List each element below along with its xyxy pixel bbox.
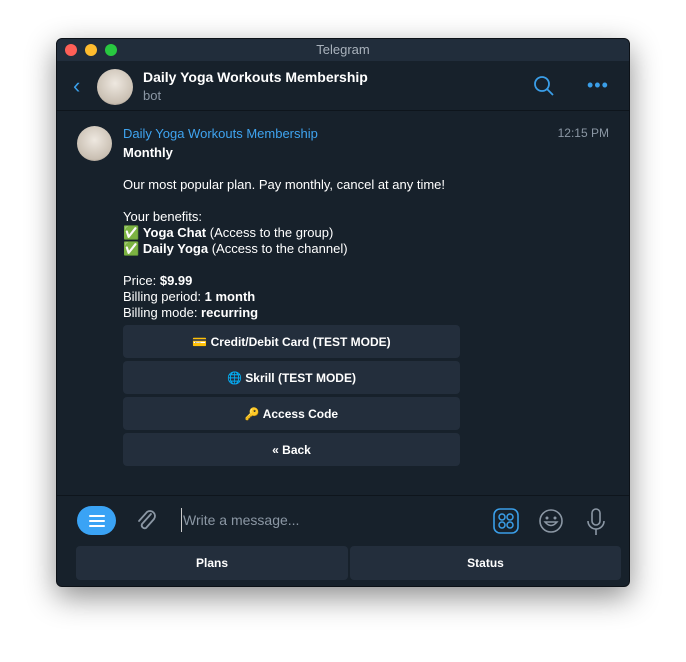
price: Price: $9.99 [123,273,193,288]
composer: Plans Status [57,495,629,586]
benefit-item: ✅ Yoga Chat (Access to the group) [123,225,334,240]
plan-title: Monthly [123,145,173,160]
plan-description: Our most popular plan. Pay monthly, canc… [123,177,446,192]
sender-avatar[interactable] [77,126,112,161]
plans-button[interactable]: Plans [76,546,348,580]
message-time: 12:15 PM [557,126,609,140]
billing-period: Billing period: 1 month [123,289,256,304]
avatar[interactable] [97,69,133,105]
message-body: Monthly Our most popular plan. Pay month… [123,145,503,321]
bot-commands-icon[interactable] [493,508,519,534]
message-input[interactable] [181,508,461,532]
title-bar: Telegram [57,39,629,61]
zoom-window-button[interactable] [105,44,117,56]
card-payment-button[interactable]: 💳 Credit/Debit Card (TEST MODE) [123,325,460,358]
skrill-payment-button[interactable]: 🌐 Skrill (TEST MODE) [123,361,460,394]
emoji-icon[interactable] [538,508,564,534]
back-arrow-icon[interactable]: ‹ [73,73,80,99]
telegram-window: Telegram ‹ Daily Yoga Workouts Membershi… [56,38,630,587]
benefits-label: Your benefits: [123,209,203,224]
microphone-icon[interactable] [585,508,607,536]
search-icon[interactable] [533,75,555,97]
status-button[interactable]: Status [350,546,621,580]
more-icon[interactable]: ••• [587,75,609,96]
close-window-button[interactable] [65,44,77,56]
bot-menu-button[interactable] [77,506,116,535]
chat-header: ‹ Daily Yoga Workouts Membership bot ••• [57,61,629,111]
menu-icon [88,514,105,527]
paperclip-icon[interactable] [135,508,159,534]
billing-mode: Billing mode: recurring [123,305,259,320]
inline-keyboard: 💳 Credit/Debit Card (TEST MODE) 🌐 Skrill… [123,325,460,469]
access-code-button[interactable]: 🔑 Access Code [123,397,460,430]
back-button[interactable]: « Back [123,433,460,466]
chat-title[interactable]: Daily Yoga Workouts Membership [143,69,368,85]
sender-name[interactable]: Daily Yoga Workouts Membership [123,126,318,141]
window-title: Telegram [316,42,370,57]
chat-subtitle: bot [143,88,162,103]
benefit-item: ✅ Daily Yoga (Access to the channel) [123,241,348,256]
minimize-window-button[interactable] [85,44,97,56]
